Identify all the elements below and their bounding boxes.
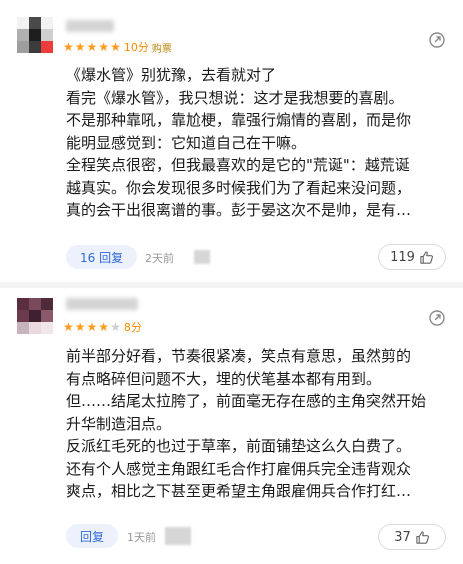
review-line: 不是那种靠吼，靠尬梗，靠强行煽情的喜剧，而是你 bbox=[66, 111, 412, 129]
star-icon: ★ bbox=[110, 320, 121, 334]
star-icon: ★ bbox=[98, 320, 110, 334]
purchase-tag: 购票 bbox=[151, 43, 172, 55]
rating-stars: ★ ★ ★ ★ ★ 10分 购票 bbox=[63, 40, 172, 55]
review-line: 还有个人感觉主角跟红毛合作打雇佣兵完全违背观众 bbox=[66, 459, 412, 478]
share-icon[interactable] bbox=[428, 309, 446, 327]
location-blurred bbox=[165, 527, 191, 545]
review-line: 爽点，相比之下甚至更希望主角跟雇佣兵合作打红… bbox=[66, 482, 412, 500]
review-line: 全程笑点很密，但我最喜欢的是它的"荒诞"：越荒诞 bbox=[66, 156, 410, 174]
review-line: 越真实。你会发现很多时候我们为了看起来没问题， bbox=[66, 178, 412, 197]
avatar[interactable] bbox=[17, 17, 53, 53]
username-blurred[interactable] bbox=[66, 298, 138, 310]
rating-stars: ★ ★ ★ ★ ★ 8分 bbox=[63, 320, 142, 334]
star-icon: ★ bbox=[86, 40, 98, 54]
score-label: 10分 bbox=[123, 41, 149, 54]
star-icon: ★ bbox=[110, 40, 121, 54]
like-button[interactable]: 119 bbox=[378, 244, 446, 270]
like-count: 37 bbox=[394, 529, 411, 545]
timestamp: 1天前 bbox=[127, 531, 156, 544]
review-line: 能明显感觉到：它知道自己在干嘛。 bbox=[66, 133, 307, 152]
review-card: ★ ★ ★ ★ ★ 10分 购票 《爆水管》别犹豫，去看就对了 看完《爆水管》，我只想说：这才… bbox=[0, 0, 463, 282]
thumbs-up-icon bbox=[416, 530, 429, 544]
username-blurred[interactable] bbox=[66, 20, 114, 32]
score-label: 8分 bbox=[123, 321, 142, 334]
review-text: 前半部分好看，节奏很紧凑，笑点有意思，虽然剪的 有点略碎但问题不大，埋的伏笔基本都… bbox=[66, 345, 446, 503]
review-text: 《爆水管》别犹豫，去看就对了看完《爆水管》，我只想说：这才是我想要的喜剧。 不是那… bbox=[66, 64, 446, 222]
share-icon[interactable] bbox=[428, 31, 446, 49]
avatar[interactable] bbox=[17, 298, 53, 334]
timestamp: 2天前 bbox=[145, 252, 174, 265]
review-line: 但……结尾太拉胯了，前面毫无存在感的主角突然开始 bbox=[66, 392, 427, 410]
review-line: 反派红毛死的也过于草率，前面铺垫这么久白费了。 bbox=[66, 437, 412, 455]
review-line: 有点略碎但问题不大，埋的伏笔基本都有用到。 bbox=[66, 369, 382, 388]
review-line: 升华制造泪点。 bbox=[66, 414, 172, 433]
like-count: 119 bbox=[390, 249, 415, 265]
review-line: 《爆水管》别犹豫，去看就对了 bbox=[66, 66, 277, 84]
reply-button[interactable]: 回复 bbox=[66, 524, 119, 548]
star-icon: ★ bbox=[74, 320, 86, 334]
review-line: 看完《爆水管》，我只想说：这才是我想要的喜剧。 bbox=[66, 88, 404, 107]
star-icon: ★ bbox=[63, 320, 74, 334]
reply-button[interactable]: 16 回复 bbox=[66, 245, 138, 269]
thumbs-up-icon bbox=[420, 250, 433, 264]
star-icon: ★ bbox=[86, 320, 98, 334]
star-icon: ★ bbox=[74, 40, 86, 54]
like-button[interactable]: 37 bbox=[378, 524, 446, 550]
star-icon: ★ bbox=[98, 40, 110, 54]
star-icon: ★ bbox=[63, 40, 74, 54]
review-line: 真的会干出很离谱的事。彭于晏这次不是帅，是有… bbox=[66, 201, 412, 219]
review-line: 前半部分好看，节奏很紧凑，笑点有意思，虽然剪的 bbox=[66, 347, 412, 365]
review-card: ★ ★ ★ ★ ★ 8分 前半部分好看，节奏很紧凑，笑点有意思，虽然剪的 有点略碎但问题不大… bbox=[0, 288, 463, 564]
location-blurred bbox=[194, 250, 210, 264]
